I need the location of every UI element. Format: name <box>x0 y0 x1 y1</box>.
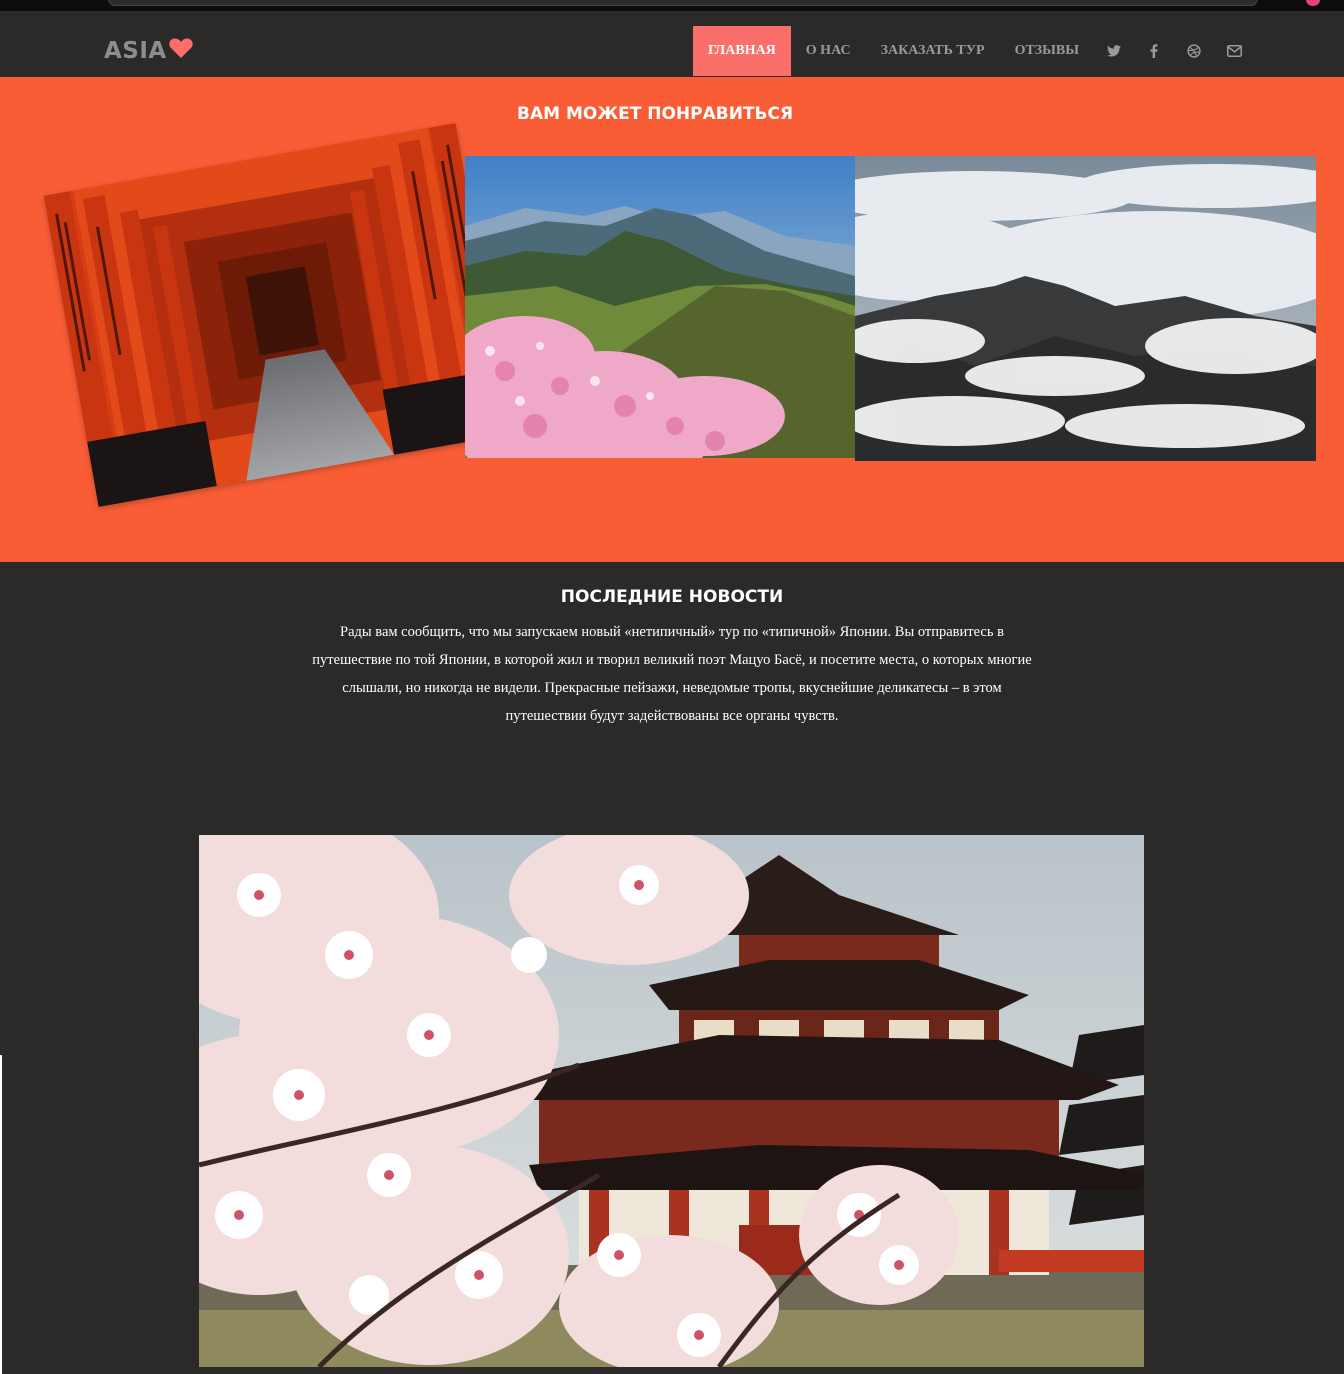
logo-text: ASIA <box>104 37 167 64</box>
notification-dot <box>1306 0 1320 6</box>
recommend-section: Вам может понравиться <box>0 77 1344 562</box>
nav-order-tour[interactable]: Заказать тур <box>866 26 1000 76</box>
recommend-title: Вам может понравиться <box>517 104 794 124</box>
nav-home[interactable]: Главная <box>693 26 791 76</box>
site-header: ASIA Главная О нас Заказать тур Отзывы <box>0 11 1344 77</box>
heart-icon <box>169 37 193 64</box>
news-text: Рады вам сообщить, что мы запускаем новы… <box>312 624 1032 724</box>
main-nav: Главная О нас Заказать тур Отзывы <box>693 26 1094 76</box>
facebook-icon[interactable] <box>1146 43 1162 59</box>
clouds-mountains-photo[interactable] <box>855 156 1316 461</box>
twitter-icon[interactable] <box>1106 43 1122 59</box>
dribbble-icon[interactable] <box>1186 43 1202 59</box>
sakura-temple-photo[interactable] <box>199 835 1144 1367</box>
news-title: Последние новости <box>560 587 784 607</box>
envelope-icon[interactable] <box>1226 43 1242 59</box>
logo[interactable]: ASIA <box>104 37 193 64</box>
torii-gates-photo[interactable] <box>43 123 511 507</box>
nav-about[interactable]: О нас <box>791 26 866 76</box>
social-icons <box>1106 26 1266 76</box>
mountain-azaleas-photo[interactable] <box>465 156 855 458</box>
nav-reviews[interactable]: Отзывы <box>1000 26 1094 76</box>
page-edge-line <box>0 1055 2 1374</box>
address-bar[interactable] <box>108 0 1258 6</box>
browser-strip <box>0 0 1344 11</box>
